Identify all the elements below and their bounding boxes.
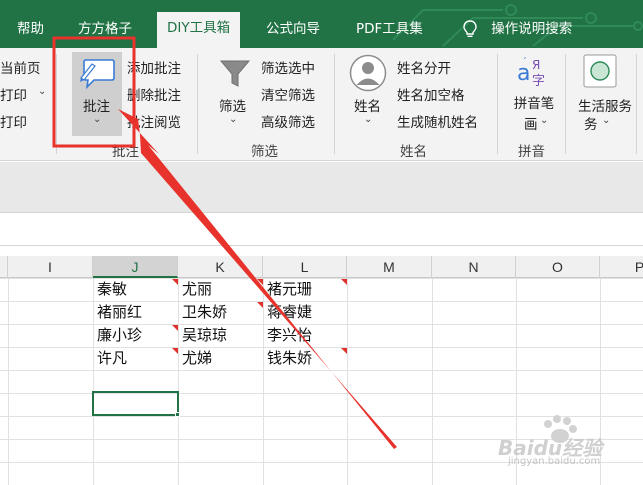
ribbon-collapsed-area: [0, 162, 643, 212]
life-service-big-button[interactable]: 生活服务 务 ⌄: [574, 52, 634, 136]
cell-j3[interactable]: 廉小珍: [94, 324, 142, 347]
add-comment-button[interactable]: 添加批注: [127, 57, 181, 77]
column-header-partial[interactable]: [0, 256, 8, 278]
ribbon-body: 当前页 打印 ⌄ 打印 批注 ⌄ 添加批注 删除批注 批注阅览 批注 筛选 ⌄: [0, 48, 643, 161]
column-header-m[interactable]: M: [347, 256, 432, 278]
cell-k4[interactable]: 尤娣: [179, 347, 212, 370]
pinyin-icon: a ˊ Я 字: [517, 56, 545, 88]
group-separator: [497, 54, 498, 154]
cell-k3[interactable]: 吴琼琼: [179, 324, 227, 347]
gridline: [0, 370, 643, 371]
print-button-2[interactable]: 打印: [0, 111, 27, 131]
random-name-button[interactable]: 生成随机姓名: [397, 111, 478, 131]
column-header-i[interactable]: I: [8, 256, 93, 278]
funnel-icon: [219, 60, 251, 87]
filter-big-button[interactable]: 筛选 ⌄: [213, 52, 257, 136]
gridline: [8, 278, 9, 485]
chevron-down-icon: ⌄: [38, 86, 47, 97]
cell-k2[interactable]: 卫朱娇: [179, 301, 227, 324]
print-button[interactable]: 打印: [0, 84, 27, 104]
print-current-page-button[interactable]: 当前页: [0, 57, 41, 77]
lightbulb-icon: [463, 20, 477, 37]
cell-k1[interactable]: 尤丽: [179, 278, 212, 301]
group-separator: [56, 54, 57, 154]
tab-pdf-tools[interactable]: PDF工具集: [356, 14, 423, 48]
filter-big-label: 筛选: [219, 99, 246, 115]
group-label-filter: 筛选: [251, 144, 278, 160]
watermark-url: jingyan.baidu.com: [508, 456, 601, 467]
column-header-l[interactable]: L: [263, 256, 347, 278]
person-icon: [349, 54, 387, 92]
column-header-k[interactable]: K: [178, 256, 263, 278]
chevron-down-icon: ⌄: [229, 114, 238, 125]
group-label-pinyin: 拼音: [518, 144, 545, 160]
comment-indicator[interactable]: [257, 302, 263, 308]
delete-comment-button[interactable]: 删除批注: [127, 84, 181, 104]
name-big-button[interactable]: 姓名 ⌄: [346, 52, 390, 136]
filter-selected-button[interactable]: 筛选选中: [261, 57, 315, 77]
comment-indicator[interactable]: [172, 325, 178, 331]
active-cell[interactable]: [92, 391, 179, 416]
tab-help[interactable]: 帮助: [17, 14, 44, 48]
comment-bubble-icon: [80, 59, 115, 90]
chevron-down-icon: ⌄: [540, 115, 549, 126]
cell-l2[interactable]: 蒋睿婕: [264, 301, 312, 324]
group-label-comment: 批注: [112, 144, 139, 160]
group-separator: [334, 54, 335, 154]
clear-filter-button[interactable]: 清空筛选: [261, 84, 315, 104]
name-big-label: 姓名: [354, 99, 381, 115]
split-name-button[interactable]: 姓名分开: [397, 57, 451, 77]
pinyin-label-line2: 画: [524, 117, 538, 133]
baidu-watermark: Baidu经验 jingyan.baidu.com: [490, 410, 630, 472]
pinyin-big-button[interactable]: a ˊ Я 字 拼音笔画 画 ⌄: [507, 52, 559, 136]
group-label-name: 姓名: [400, 144, 427, 160]
life-service-icon: [583, 54, 617, 88]
comment-indicator[interactable]: [341, 348, 347, 354]
svg-text:ˊ: ˊ: [522, 56, 527, 68]
column-header-n[interactable]: N: [432, 256, 516, 278]
cell-l4[interactable]: 钱朱娇: [264, 347, 312, 370]
comment-indicator[interactable]: [172, 279, 178, 285]
browse-comment-button[interactable]: 批注阅览: [127, 111, 181, 131]
group-separator: [565, 54, 566, 154]
svg-text:Я: Я: [532, 58, 540, 72]
gridline: [347, 278, 348, 485]
column-header-row: I J K L M N O P: [0, 256, 643, 278]
cell-j2[interactable]: 褚丽红: [94, 301, 142, 324]
advanced-filter-button[interactable]: 高级筛选: [261, 111, 315, 131]
group-separator: [636, 54, 637, 154]
cell-j4[interactable]: 许凡: [94, 347, 127, 370]
pinyin-big-label: 拼音笔画: [513, 96, 555, 112]
group-separator: [197, 54, 198, 154]
excel-window: 帮助 方方格子 DIY工具箱 公式向导 PDF工具集 操作说明搜索 当前页 打印…: [0, 0, 643, 485]
chevron-down-icon: ⌄: [93, 114, 102, 125]
cell-l1[interactable]: 褚元珊: [264, 278, 312, 301]
comment-big-button[interactable]: 批注 ⌄: [72, 52, 122, 136]
chevron-down-icon: ⌄: [602, 115, 611, 126]
comment-big-label: 批注: [83, 99, 110, 115]
svg-text:字: 字: [532, 74, 545, 88]
gridline: [432, 278, 433, 485]
tab-fangfang[interactable]: 方方格子: [78, 14, 132, 48]
tell-me-search[interactable]: 操作说明搜索: [463, 14, 572, 48]
chevron-down-icon: ⌄: [364, 114, 373, 125]
tab-formula-wizard[interactable]: 公式向导: [266, 14, 320, 48]
comment-indicator[interactable]: [172, 348, 178, 354]
cell-l3[interactable]: 李兴怡: [264, 324, 312, 347]
comment-indicator[interactable]: [257, 279, 263, 285]
column-header-o[interactable]: O: [516, 256, 600, 278]
life-service-big-label: 生活服务: [578, 99, 632, 113]
tab-diy-toolbox[interactable]: DIY工具箱: [157, 12, 241, 48]
tell-me-label: 操作说明搜索: [491, 21, 573, 37]
add-space-name-button[interactable]: 姓名加空格: [397, 84, 465, 104]
ribbon-tab-bar: 帮助 方方格子 DIY工具箱 公式向导 PDF工具集 操作说明搜索: [0, 0, 643, 48]
column-header-j[interactable]: J: [93, 256, 178, 278]
fill-handle[interactable]: [175, 412, 180, 417]
formula-bar[interactable]: [0, 212, 643, 246]
cell-j1[interactable]: 秦敏: [94, 278, 127, 301]
comment-indicator[interactable]: [341, 279, 347, 285]
column-header-p[interactable]: P: [600, 256, 643, 278]
life-service-label-line2: 务: [584, 117, 598, 133]
